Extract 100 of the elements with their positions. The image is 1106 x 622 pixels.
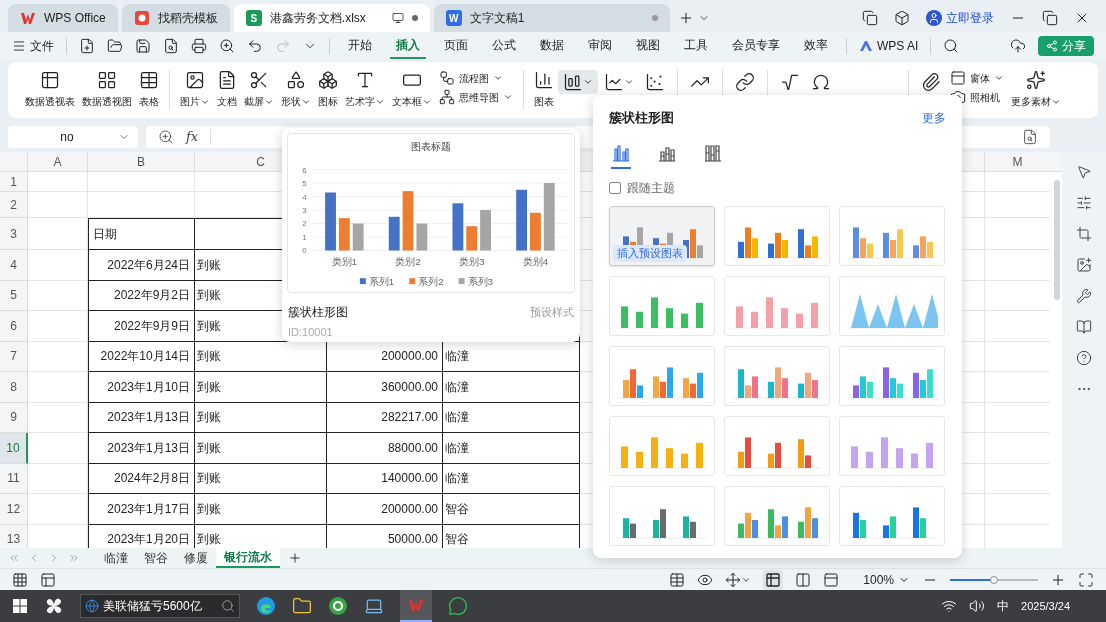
row-header[interactable]: 11 [0, 463, 28, 494]
wifi-icon[interactable] [941, 598, 958, 614]
chart-style-thumbnail[interactable] [839, 275, 945, 336]
chart-style-thumbnail[interactable] [839, 415, 945, 476]
row-header[interactable]: 1 [0, 172, 28, 192]
chart-style-thumbnail[interactable] [609, 275, 715, 336]
row-header[interactable]: 5 [0, 280, 28, 311]
ribbon-button[interactable]: 文本框 [389, 70, 435, 109]
name-box[interactable]: no [8, 126, 138, 148]
crop-icon[interactable] [1076, 226, 1092, 242]
ribbon-button[interactable]: 数据透视表 [22, 70, 78, 109]
chart-style-thumbnail[interactable] [724, 275, 830, 336]
folder-icon[interactable] [107, 38, 123, 54]
ai-menu[interactable]: WPS AI [877, 37, 919, 55]
row-header[interactable]: 4 [0, 250, 28, 281]
normal-view-button[interactable] [763, 569, 784, 590]
menu-tab[interactable]: 插入 [390, 33, 426, 59]
checkbox-label[interactable]: 跟随主题 [627, 178, 675, 197]
fullscreen-icon[interactable] [1078, 571, 1094, 588]
folder-icon[interactable] [292, 596, 312, 616]
chart-style-thumbnail[interactable] [609, 485, 715, 546]
pointer-icon[interactable] [1076, 164, 1092, 180]
chart-style-thumbnail[interactable] [724, 345, 830, 406]
start-icon[interactable] [12, 598, 28, 614]
ribbon-button[interactable]: 图表 [531, 70, 557, 109]
document-tab[interactable]: WPS Office [8, 4, 118, 32]
book-icon[interactable] [1076, 319, 1092, 335]
chart-style-thumbnail[interactable] [724, 415, 830, 476]
browser-icon[interactable] [256, 596, 276, 616]
zoom-slider[interactable] [950, 575, 1038, 584]
menu-tab[interactable]: 开始 [342, 33, 378, 59]
vertical-scrollbar[interactable] [1054, 180, 1060, 300]
chart-style-thumbnail[interactable] [724, 485, 830, 546]
ribbon-button[interactable]: 窗体 [950, 70, 1004, 86]
checkbox[interactable] [609, 181, 621, 194]
chart-style-thumbnail[interactable]: 插入预设图表 [609, 205, 715, 266]
row-header[interactable]: 13 [0, 524, 28, 548]
column-header[interactable]: A [28, 152, 88, 171]
menu-tab[interactable]: 数据 [534, 33, 570, 59]
ribbon-button[interactable]: 思维导图 [439, 89, 513, 105]
undo-icon[interactable] [247, 38, 263, 54]
menu-tab[interactable]: 审阅 [582, 33, 618, 59]
add-sheet-icon[interactable] [288, 551, 302, 565]
document-tab[interactable]: S 港鑫劳务文档.xlsx [233, 4, 430, 32]
menu-tab[interactable]: 工具 [678, 33, 714, 59]
row-header[interactable]: 8 [0, 372, 28, 403]
page-break-icon[interactable] [823, 571, 840, 588]
chart-style-thumbnail[interactable] [839, 485, 945, 546]
zoom-icon[interactable] [158, 129, 174, 145]
row-header[interactable]: 10 [0, 433, 28, 464]
sliders-icon[interactable] [1076, 195, 1092, 211]
print-icon[interactable] [191, 38, 207, 54]
ribbon-button[interactable]: 截屏 [241, 70, 277, 109]
ribbon-button[interactable]: 表格 [136, 70, 162, 109]
sheet-tab[interactable]: 银行流水 [216, 548, 280, 568]
ribbon-button[interactable]: 数据透视图 [79, 70, 135, 109]
new-file-icon[interactable] [79, 38, 95, 54]
print-preview-icon[interactable] [219, 38, 235, 54]
chart-style-thumbnail[interactable] [609, 415, 715, 476]
row-header[interactable]: 6 [0, 311, 28, 342]
document-tab[interactable]: 找稻壳模板 [121, 4, 230, 32]
chart-style-thumbnail[interactable] [839, 345, 945, 406]
cloud-upload-icon[interactable] [1010, 38, 1026, 54]
ribbon-button[interactable]: 图片 [177, 70, 213, 109]
column-header[interactable]: M [984, 152, 1050, 171]
macro-icon[interactable] [12, 571, 28, 588]
ribbon-button[interactable]: 艺术字 [342, 70, 388, 109]
expand-formula-icon[interactable] [1022, 129, 1038, 145]
column-chart-button[interactable] [558, 70, 598, 94]
column-header[interactable]: B [88, 152, 195, 171]
ribbon-button[interactable]: 更多素材 [1008, 70, 1064, 109]
window-icon[interactable] [862, 10, 878, 26]
circle-app-icon[interactable] [328, 596, 348, 616]
menu-tab[interactable]: 视图 [630, 33, 666, 59]
zoom-level-button[interactable]: 100% [863, 570, 910, 589]
ribbon-button[interactable]: 文档 [214, 70, 240, 109]
ribbon-button[interactable]: 图标 [315, 70, 341, 109]
help-icon[interactable] [1076, 350, 1092, 366]
search-icon[interactable] [943, 38, 960, 54]
row-header[interactable]: 2 [0, 192, 28, 218]
save-icon[interactable] [135, 38, 151, 54]
document-tab[interactable]: W 文字文稿1 [433, 4, 670, 32]
menu-tab[interactable]: 页面 [438, 33, 474, 59]
menu-icon[interactable] [12, 39, 26, 53]
ribbon-button[interactable]: 形状 [278, 70, 314, 109]
move-icon[interactable] [725, 571, 742, 588]
row-header[interactable]: 9 [0, 402, 28, 433]
menu-tab[interactable]: 公式 [486, 33, 522, 59]
row-header[interactable]: 3 [0, 218, 28, 250]
row-header[interactable]: 12 [0, 494, 28, 525]
pinwheel-icon[interactable] [44, 596, 64, 616]
page-layout-icon[interactable] [795, 571, 812, 588]
menu-tab[interactable]: 会员专享 [726, 33, 786, 59]
insert-function-button[interactable]: fx [186, 127, 199, 147]
ai-logo-icon[interactable] [859, 39, 873, 53]
sheet-tab[interactable]: 智谷 [136, 548, 176, 568]
sheet-tab[interactable]: 修厦 [176, 548, 216, 568]
panel-icon[interactable] [40, 571, 56, 588]
user-icon[interactable] [926, 10, 942, 26]
chart-style-thumbnail[interactable] [839, 205, 945, 266]
